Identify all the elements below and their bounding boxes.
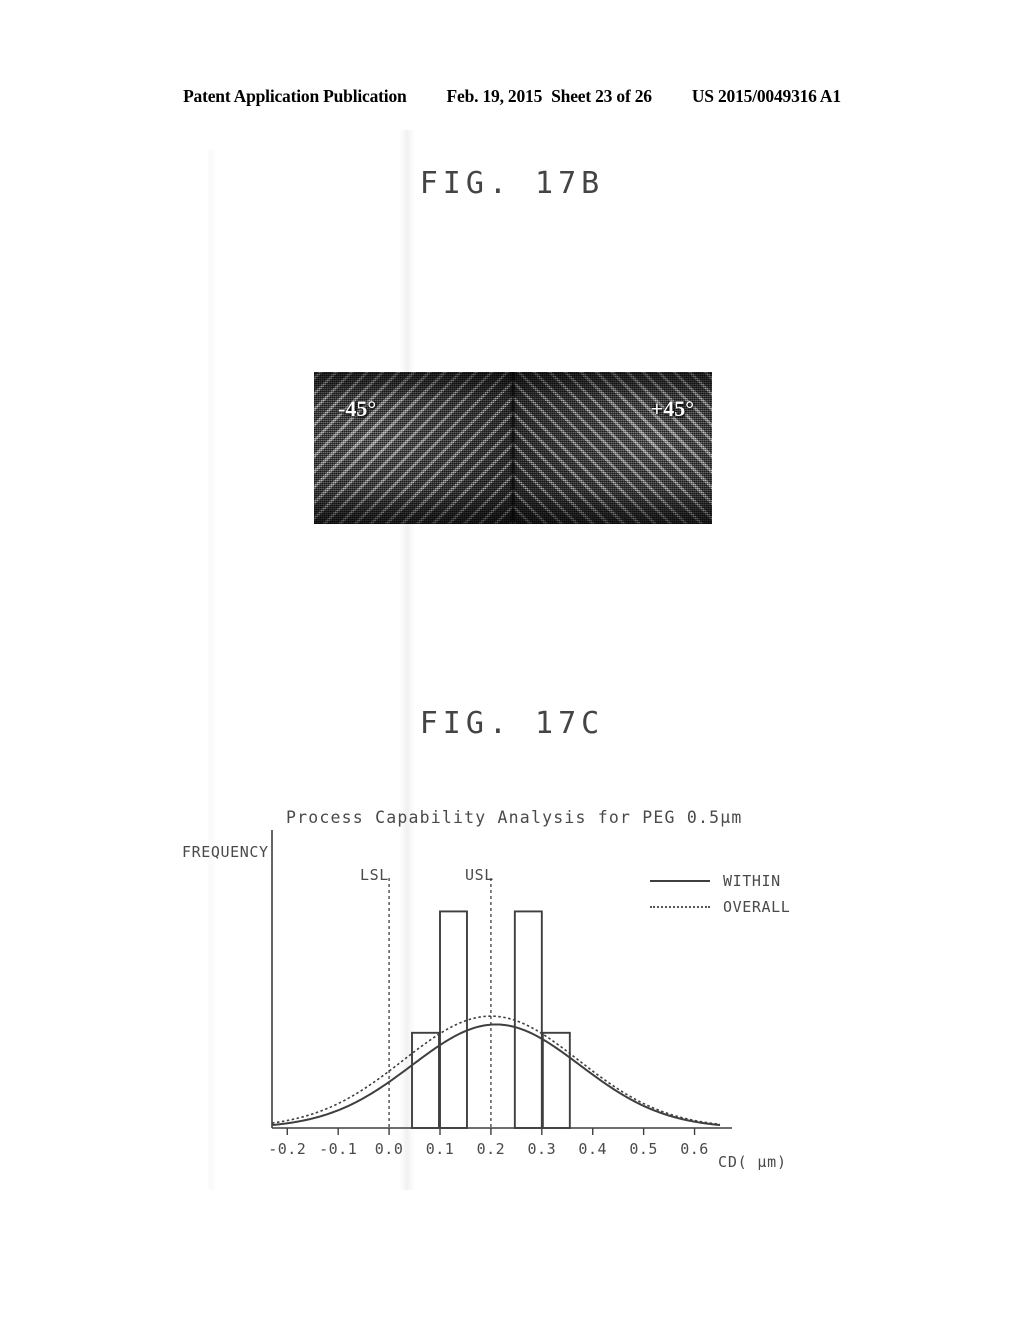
sem-micrograph-17b: -45° +45°	[314, 372, 712, 524]
distribution-curve-within	[271, 1023, 721, 1127]
patent-number: US 2015/0049316 A1	[691, 86, 841, 106]
publication-date: Feb. 19, 2015	[446, 86, 543, 106]
sem-angle-label-right: +45°	[650, 396, 694, 421]
distribution-curve-overall	[271, 1015, 721, 1126]
figure-17b-title: FIG. 17B	[419, 166, 605, 201]
x-tick-label: -0.1	[319, 1140, 358, 1158]
x-tick-label: 0.0	[374, 1140, 404, 1158]
sheet-number: Sheet 23 of 26	[551, 86, 652, 106]
publication-label: Patent Application Publication	[183, 86, 407, 106]
x-tick-label: 0.2	[476, 1140, 506, 1158]
x-tick-label: -0.2	[268, 1140, 307, 1158]
process-capability-chart: Process Capability Analysis for PEG 0.5μ…	[170, 808, 850, 1198]
x-axis-ticks	[286, 1128, 696, 1135]
sem-vignette	[314, 372, 712, 524]
x-tick-label: 0.4	[578, 1140, 608, 1158]
sem-angle-label-left: -45°	[338, 396, 377, 421]
x-tick-label: 0.1	[425, 1140, 455, 1158]
x-tick-label: 0.3	[527, 1140, 557, 1158]
histogram-bar	[513, 910, 543, 1129]
figure-17c-title: FIG. 17C	[419, 706, 605, 741]
histogram-bar	[411, 1031, 440, 1129]
patent-header: Patent Application Publication Feb. 19, …	[0, 86, 1024, 107]
chart-axes	[271, 830, 732, 1129]
x-tick-label: 0.5	[629, 1140, 658, 1158]
x-tick-label: 0.6	[680, 1140, 709, 1158]
histogram-bar	[439, 910, 468, 1129]
